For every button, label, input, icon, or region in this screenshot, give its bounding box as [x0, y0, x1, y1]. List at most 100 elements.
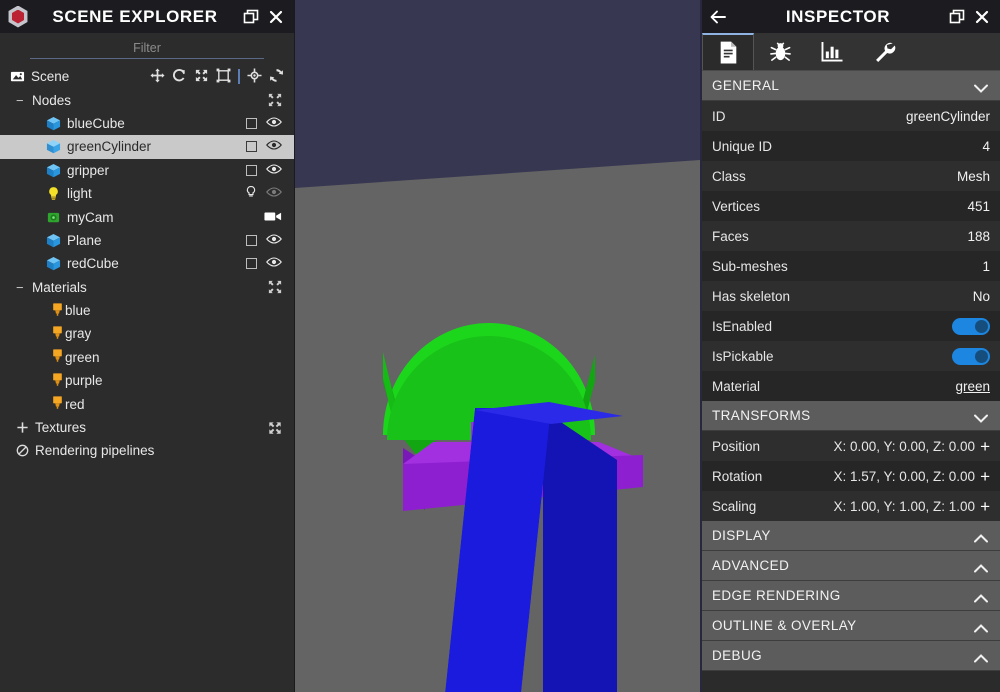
no-entry-icon — [14, 444, 30, 457]
tree-item-material-blue[interactable]: blue — [0, 299, 294, 322]
wrench-icon — [873, 40, 896, 63]
property-value: 451 — [967, 198, 990, 214]
tree-group-nodes[interactable]: − Nodes — [0, 88, 294, 111]
tree-group-materials[interactable]: − Materials — [0, 276, 294, 299]
section-title: DEBUG — [712, 648, 763, 663]
filter-container — [0, 33, 294, 64]
scene-explorer-titlebar: SCENE EXPLORER — [0, 0, 294, 33]
back-arrow-icon[interactable] — [709, 8, 727, 26]
material-icon — [50, 395, 65, 413]
translate-gizmo-icon[interactable] — [150, 68, 165, 86]
mesh-cube-icon — [46, 233, 61, 248]
expand-vector-icon[interactable]: + — [980, 498, 990, 515]
eye-icon[interactable] — [266, 233, 282, 248]
close-icon[interactable] — [268, 9, 284, 25]
tree-item-material-red[interactable]: red — [0, 392, 294, 415]
close-icon[interactable] — [974, 9, 990, 25]
isenabled-toggle[interactable] — [952, 317, 990, 335]
tree-group-materials-expander[interactable]: − — [16, 281, 30, 294]
light-bulb-icon[interactable] — [245, 185, 257, 202]
collapse-all-icon[interactable] — [268, 280, 294, 294]
visibility-checkbox[interactable] — [246, 234, 257, 246]
bug-icon — [769, 40, 792, 63]
ispickable-toggle[interactable] — [952, 347, 990, 365]
inspector-titlebar: INSPECTOR — [702, 0, 1000, 33]
expand-vector-icon[interactable]: + — [980, 438, 990, 455]
section-header-outline-overlay[interactable]: OUTLINE & OVERLAY — [702, 611, 1000, 641]
tree-row-scene[interactable]: Scene — [0, 65, 294, 88]
tab-tools[interactable] — [858, 33, 910, 70]
tab-statistics[interactable] — [806, 33, 858, 70]
section-title: ADVANCED — [712, 558, 790, 573]
tree-item-label: blue — [65, 303, 91, 319]
collapse-all-icon[interactable] — [268, 93, 294, 107]
property-label: Faces — [712, 228, 749, 244]
eye-icon[interactable] — [266, 163, 282, 178]
tab-debug[interactable] — [754, 33, 806, 70]
eye-icon[interactable] — [266, 256, 282, 271]
expand-vector-icon[interactable]: + — [980, 468, 990, 485]
property-row-material: Material green — [702, 371, 1000, 401]
tree-item-Plane[interactable]: Plane — [0, 229, 294, 252]
chevron-down-icon — [974, 411, 988, 423]
section-header-advanced[interactable]: ADVANCED — [702, 551, 1000, 581]
visibility-checkbox[interactable] — [246, 258, 257, 270]
babylon-3d-canvas[interactable] — [295, 0, 700, 692]
property-label: Rotation — [712, 468, 763, 484]
video-camera-icon[interactable] — [264, 210, 282, 225]
tree-item-greenCylinder[interactable]: greenCylinder — [0, 135, 294, 159]
refresh-icon[interactable] — [269, 68, 284, 86]
section-header-transforms[interactable]: TRANSFORMS — [702, 401, 1000, 431]
tree-item-myCam[interactable]: myCam — [0, 205, 294, 228]
property-row-has-skeleton: Has skeleton No — [702, 281, 1000, 311]
property-value: 4 — [982, 138, 990, 154]
tree-item-label: greenCylinder — [67, 139, 152, 155]
tree-item-redCube[interactable]: redCube — [0, 252, 294, 275]
tree-item-material-green[interactable]: green — [0, 346, 294, 369]
popout-window-icon[interactable] — [243, 9, 259, 25]
expand-all-icon[interactable] — [268, 421, 294, 435]
mesh-cube-icon — [46, 256, 61, 271]
section-header-edge-rendering[interactable]: EDGE RENDERING — [702, 581, 1000, 611]
babylon-inspector-app: SCENE EXPLORER Scene — [0, 0, 1000, 692]
eye-icon[interactable] — [266, 186, 282, 201]
material-link[interactable]: green — [955, 379, 990, 394]
tree-item-blueCube[interactable]: blueCube — [0, 112, 294, 135]
visibility-checkbox[interactable] — [246, 117, 257, 129]
tree-group-nodes-expander[interactable]: − — [16, 94, 30, 107]
eye-icon[interactable] — [266, 139, 282, 154]
eye-icon[interactable] — [266, 116, 282, 131]
tree-item-label: green — [65, 349, 100, 365]
tree-item-light[interactable]: light — [0, 182, 294, 205]
section-header-general[interactable]: GENERAL — [702, 71, 1000, 101]
visibility-checkbox[interactable] — [246, 141, 257, 153]
property-value: greenCylinder — [905, 108, 990, 124]
mesh-cube-icon — [46, 163, 61, 178]
tree-group-textures[interactable]: Textures — [0, 416, 294, 439]
visibility-checkbox[interactable] — [246, 164, 257, 176]
scale-gizmo-icon[interactable] — [194, 68, 209, 86]
section-title: TRANSFORMS — [712, 408, 811, 423]
scene-image-icon — [10, 69, 25, 84]
scene-gizmo-toolbar — [150, 68, 294, 86]
search-input[interactable] — [30, 40, 264, 59]
popout-window-icon[interactable] — [949, 9, 965, 25]
pick-target-icon[interactable] — [247, 68, 262, 86]
section-header-display[interactable]: DISPLAY — [702, 521, 1000, 551]
property-row-ispickable: IsPickable — [702, 341, 1000, 371]
plus-icon[interactable] — [14, 421, 30, 434]
mesh-cube-icon — [46, 139, 61, 154]
tab-properties[interactable] — [702, 33, 754, 70]
tree-group-rendering-pipelines[interactable]: Rendering pipelines — [0, 439, 294, 462]
tree-item-gripper[interactable]: gripper — [0, 159, 294, 182]
property-row-position: Position X: 0.00, Y: 0.00, Z: 0.00 + — [702, 431, 1000, 461]
rotate-gizmo-icon[interactable] — [172, 68, 187, 86]
tree-item-label: gripper — [67, 162, 110, 178]
chevron-up-icon — [974, 561, 988, 573]
section-header-debug[interactable]: DEBUG — [702, 641, 1000, 671]
bounding-box-gizmo-icon[interactable] — [216, 68, 231, 86]
tree-group-materials-label: Materials — [32, 279, 87, 295]
tree-item-material-gray[interactable]: gray — [0, 322, 294, 345]
property-label: Scaling — [712, 498, 757, 514]
tree-item-material-purple[interactable]: purple — [0, 369, 294, 392]
